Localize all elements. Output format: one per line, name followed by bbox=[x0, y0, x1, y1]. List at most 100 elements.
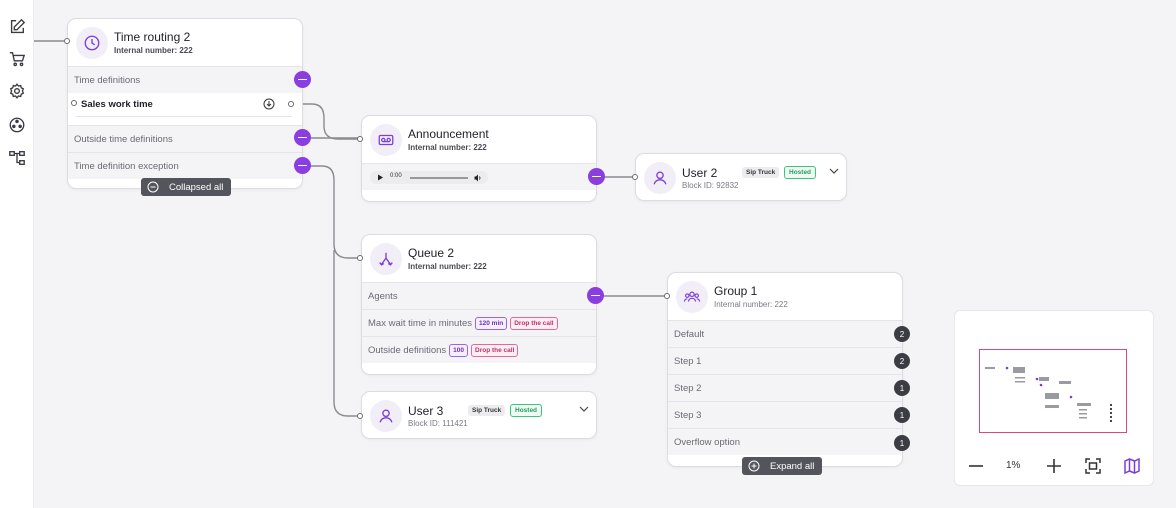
row-label: Overflow option bbox=[674, 436, 741, 448]
map-toggle-button[interactable] bbox=[1122, 456, 1142, 476]
collapse-all-button[interactable]: Collapsed all bbox=[141, 178, 232, 196]
plus-icon bbox=[1047, 459, 1061, 473]
node-title: Time routing 2 bbox=[114, 30, 191, 44]
expand-all-label: Expand all bbox=[770, 460, 815, 472]
row-sales-work-time[interactable]: Sales work time bbox=[75, 93, 292, 117]
max-wait-tag: 120 min bbox=[475, 316, 508, 330]
node-subtitle: Internal number: 222 bbox=[114, 46, 193, 55]
outside-action-tag: Drop the call bbox=[471, 343, 519, 357]
row-label: Step 1 bbox=[674, 355, 702, 367]
port-left[interactable] bbox=[71, 100, 77, 106]
node-subtitle: Internal number: 222 bbox=[714, 300, 788, 309]
collapse-outside-time-button[interactable] bbox=[294, 129, 311, 146]
minimap-viewport[interactable] bbox=[979, 349, 1127, 433]
expand-all-button[interactable]: Expand all bbox=[742, 457, 823, 475]
count-badge[interactable]: 1 bbox=[894, 380, 910, 396]
zoom-out-button[interactable] bbox=[966, 456, 986, 476]
chevron-down-icon[interactable] bbox=[578, 403, 590, 415]
user3-node[interactable]: User 3 Block ID: 111421 Sip Truck Hosted bbox=[361, 391, 597, 439]
row-time-definitions: Time definitions bbox=[68, 66, 302, 93]
row-label: Outside definitions bbox=[368, 344, 447, 356]
plus-circle-icon bbox=[748, 460, 760, 472]
row-label: Outside time definitions bbox=[74, 133, 173, 145]
row-label: Time definition exception bbox=[74, 160, 179, 172]
node-title: Group 1 bbox=[714, 284, 758, 298]
node-header: Queue 2 Internal number: 222 bbox=[362, 235, 596, 281]
count-badge[interactable]: 2 bbox=[894, 326, 910, 342]
row-label: Agents bbox=[368, 290, 398, 302]
count-badge[interactable]: 1 bbox=[894, 435, 910, 451]
output-port[interactable] bbox=[288, 101, 294, 107]
clock-icon bbox=[76, 27, 108, 59]
collapse-exception-button[interactable] bbox=[294, 157, 311, 174]
collapse-agents-button[interactable] bbox=[587, 287, 604, 304]
audio-progress-track[interactable] bbox=[410, 177, 468, 179]
row-label: Step 2 bbox=[674, 382, 702, 394]
group-node[interactable]: Group 1 Internal number: 222 Default Ste… bbox=[667, 272, 903, 467]
audio-player[interactable]: 0:00 bbox=[370, 171, 488, 184]
node-title: User 3 bbox=[408, 404, 444, 418]
user-icon bbox=[370, 400, 402, 432]
input-port[interactable] bbox=[357, 136, 363, 142]
input-port[interactable] bbox=[632, 174, 638, 180]
row-label: Sales work time bbox=[81, 99, 153, 110]
trunk-badge: Sip Truck bbox=[742, 167, 780, 178]
node-subtitle: Internal number: 222 bbox=[408, 143, 487, 152]
chevron-down-icon[interactable] bbox=[828, 165, 840, 177]
node-title: User 2 bbox=[682, 166, 718, 180]
row-agents: Agents bbox=[362, 282, 596, 309]
minimap-panel: 1% bbox=[954, 310, 1154, 486]
collapse-announcement-button[interactable] bbox=[588, 168, 605, 185]
audio-row: 0:00 bbox=[362, 163, 596, 190]
input-port[interactable] bbox=[357, 255, 363, 261]
count-badge[interactable]: 2 bbox=[894, 353, 910, 369]
zoom-level: 1% bbox=[1006, 460, 1021, 471]
minus-circle-icon bbox=[147, 181, 159, 193]
outside-tag: 100 bbox=[449, 343, 469, 357]
max-wait-action-tag: Drop the call bbox=[510, 316, 558, 330]
node-title: Announcement bbox=[408, 127, 489, 141]
node-subtitle: Block ID: 92832 bbox=[682, 181, 739, 190]
row-max-wait: Max wait time in minutes 120 min Drop th… bbox=[362, 309, 596, 336]
queue-node[interactable]: Queue 2 Internal number: 222 Agents Max … bbox=[361, 234, 597, 375]
row-outside-definitions: Outside definitions 100 Drop the call bbox=[362, 336, 596, 363]
zoom-in-button[interactable] bbox=[1044, 456, 1064, 476]
row-label: Default bbox=[674, 328, 705, 340]
user-icon bbox=[644, 162, 676, 194]
row-label: Max wait time in minutes bbox=[368, 317, 473, 329]
row-label: Step 3 bbox=[674, 409, 702, 421]
fit-view-button[interactable] bbox=[1083, 456, 1103, 476]
row-step-3: Step 3 bbox=[668, 401, 902, 428]
row-default: Default bbox=[668, 320, 902, 347]
play-icon[interactable] bbox=[377, 174, 384, 181]
collapse-all-label: Collapsed all bbox=[169, 181, 224, 193]
node-header: Time routing 2 Internal number: 222 bbox=[68, 19, 302, 65]
node-header: Announcement Internal number: 222 bbox=[362, 116, 596, 162]
node-subtitle: Block ID: 111421 bbox=[408, 419, 468, 428]
volume-icon[interactable] bbox=[474, 174, 482, 182]
input-port[interactable] bbox=[664, 293, 670, 299]
input-port[interactable] bbox=[357, 413, 363, 419]
input-port[interactable] bbox=[64, 38, 70, 44]
download-icon[interactable] bbox=[263, 97, 275, 110]
node-subtitle: Internal number: 222 bbox=[408, 262, 487, 271]
trunk-badge: Sip Truck bbox=[468, 405, 506, 416]
row-label: Time definitions bbox=[74, 74, 141, 86]
fit-screen-icon bbox=[1085, 458, 1101, 474]
voicemail-icon bbox=[370, 124, 402, 156]
minus-icon bbox=[969, 465, 983, 467]
split-icon bbox=[370, 243, 402, 275]
audio-time: 0:00 bbox=[390, 173, 402, 179]
count-badge[interactable]: 1 bbox=[894, 407, 910, 423]
row-overflow-option: Overflow option bbox=[668, 428, 902, 455]
group-icon bbox=[676, 281, 708, 313]
row-step-1: Step 1 bbox=[668, 347, 902, 374]
status-badge: Hosted bbox=[784, 166, 817, 179]
status-badge: Hosted bbox=[510, 404, 543, 417]
user2-node[interactable]: User 2 Block ID: 92832 Sip Truck Hosted bbox=[635, 153, 847, 201]
collapse-time-definitions-button[interactable] bbox=[294, 71, 311, 88]
row-outside-time-definitions: Outside time definitions bbox=[68, 125, 302, 152]
row-time-definition-exception: Time definition exception bbox=[68, 152, 302, 179]
node-title: Queue 2 bbox=[408, 246, 455, 260]
announcement-node[interactable]: Announcement Internal number: 222 0:00 bbox=[361, 115, 597, 202]
